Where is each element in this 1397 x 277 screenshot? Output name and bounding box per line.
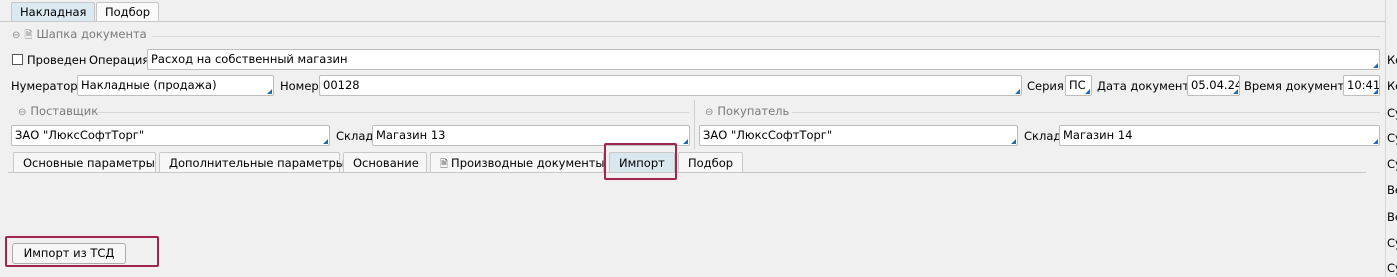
- buyer-field[interactable]: ЗАО "ЛюксСофтТорг": [699, 125, 1018, 146]
- tab-basis[interactable]: Основание: [343, 152, 427, 173]
- collapse-icon: ⊖: [705, 107, 714, 118]
- top-tab-invoice[interactable]: Накладная: [11, 2, 96, 21]
- document-icon: 🗎: [440, 159, 449, 170]
- numerator-label: Нумератор: [11, 79, 78, 93]
- operation-value: Расход на собственный магазин: [151, 52, 348, 66]
- field-corner-icon: [323, 139, 328, 144]
- document-icon: 🗎: [24, 30, 33, 41]
- supplier-warehouse-label: Склад: [336, 129, 374, 143]
- collapse-icon: ⊖: [18, 107, 27, 118]
- right-column-label: Су: [1387, 157, 1397, 171]
- supplier-warehouse-value: Магазин 13: [376, 128, 446, 142]
- import-tab-highlight: [604, 143, 677, 180]
- operation-field[interactable]: Расход на собственный магазин: [147, 49, 1380, 70]
- buyer-section-title[interactable]: ⊖ Покупатель: [705, 104, 789, 118]
- buyer-section-line: [792, 112, 1380, 113]
- buyer-warehouse-field[interactable]: Магазин 14: [1059, 125, 1380, 146]
- right-column-label: Ко: [1387, 79, 1397, 93]
- doc-time-field[interactable]: 10:41: [1343, 75, 1380, 96]
- tab-derived-documents-label: Производные документы: [451, 156, 605, 170]
- field-corner-icon: [1015, 89, 1020, 94]
- posted-checkbox[interactable]: [12, 54, 23, 65]
- right-column-label: Су: [1387, 131, 1397, 145]
- series-field[interactable]: ПС: [1065, 75, 1092, 96]
- right-column-label: Ве: [1387, 183, 1397, 197]
- right-column-label: Су: [1387, 261, 1397, 275]
- supplier-section-label: Поставщик: [30, 104, 99, 118]
- top-tab-selection[interactable]: Подбор: [96, 2, 160, 21]
- collapse-icon: ⊖: [12, 30, 21, 41]
- right-column-label: Ко: [1387, 53, 1397, 67]
- number-value: 00128: [323, 78, 360, 92]
- header-section-title[interactable]: ⊖ 🗎 Шапка документа: [12, 27, 147, 45]
- supplier-field[interactable]: ЗАО "ЛюксСофтТорг": [11, 125, 330, 146]
- buyer-value: ЗАО "ЛюксСофтТорг": [703, 128, 833, 142]
- import-button-highlight: [5, 236, 159, 267]
- buyer-warehouse-value: Магазин 14: [1063, 128, 1133, 142]
- tab-main-params[interactable]: Основные параметры: [13, 152, 156, 173]
- tab-additional-params[interactable]: Дополнительные параметры: [159, 152, 345, 173]
- field-corner-icon: [683, 139, 688, 144]
- header-section-line: [152, 36, 1380, 37]
- supplier-section-line: [97, 112, 689, 113]
- buyer-section-label: Покупатель: [717, 104, 790, 118]
- series-value: ПС: [1069, 78, 1086, 92]
- posted-label: Проведен: [27, 53, 87, 67]
- numerator-field[interactable]: Накладные (продажа): [77, 75, 274, 96]
- top-tab-divider: [0, 21, 1385, 22]
- tab-derived-documents[interactable]: 🗎 Производные документы: [430, 152, 605, 173]
- field-corner-icon: [267, 89, 272, 94]
- header-section-label: Шапка документа: [36, 27, 147, 41]
- right-column-label: Су: [1387, 106, 1397, 120]
- supplier-section-title[interactable]: ⊖ Поставщик: [18, 104, 98, 118]
- field-corner-icon: [1373, 139, 1378, 144]
- operation-label: Операция: [89, 53, 150, 67]
- field-corner-icon: [1373, 89, 1378, 94]
- doc-date-field[interactable]: 05.04.24: [1187, 75, 1240, 96]
- number-field[interactable]: 00128: [319, 75, 1022, 96]
- supplier-buyer-divider: [694, 100, 695, 149]
- numerator-value: Накладные (продажа): [81, 78, 217, 92]
- field-corner-icon: [1011, 139, 1016, 144]
- supplier-value: ЗАО "ЛюксСофтТорг": [15, 128, 145, 142]
- field-corner-icon: [1233, 89, 1238, 94]
- doc-date-label: Дата документа: [1097, 79, 1197, 93]
- field-corner-icon: [1085, 89, 1090, 94]
- doc-time-label: Время документа: [1244, 79, 1352, 93]
- tab-selection[interactable]: Подбор: [678, 152, 743, 173]
- right-column-label: Су: [1387, 236, 1397, 250]
- series-label: Серия: [1027, 79, 1064, 93]
- field-corner-icon: [1373, 63, 1378, 68]
- tab-strip-line: [8, 172, 1366, 173]
- buyer-warehouse-label: Склад: [1024, 129, 1062, 143]
- number-label: Номер: [280, 79, 319, 93]
- right-column-label: Ве: [1387, 210, 1397, 224]
